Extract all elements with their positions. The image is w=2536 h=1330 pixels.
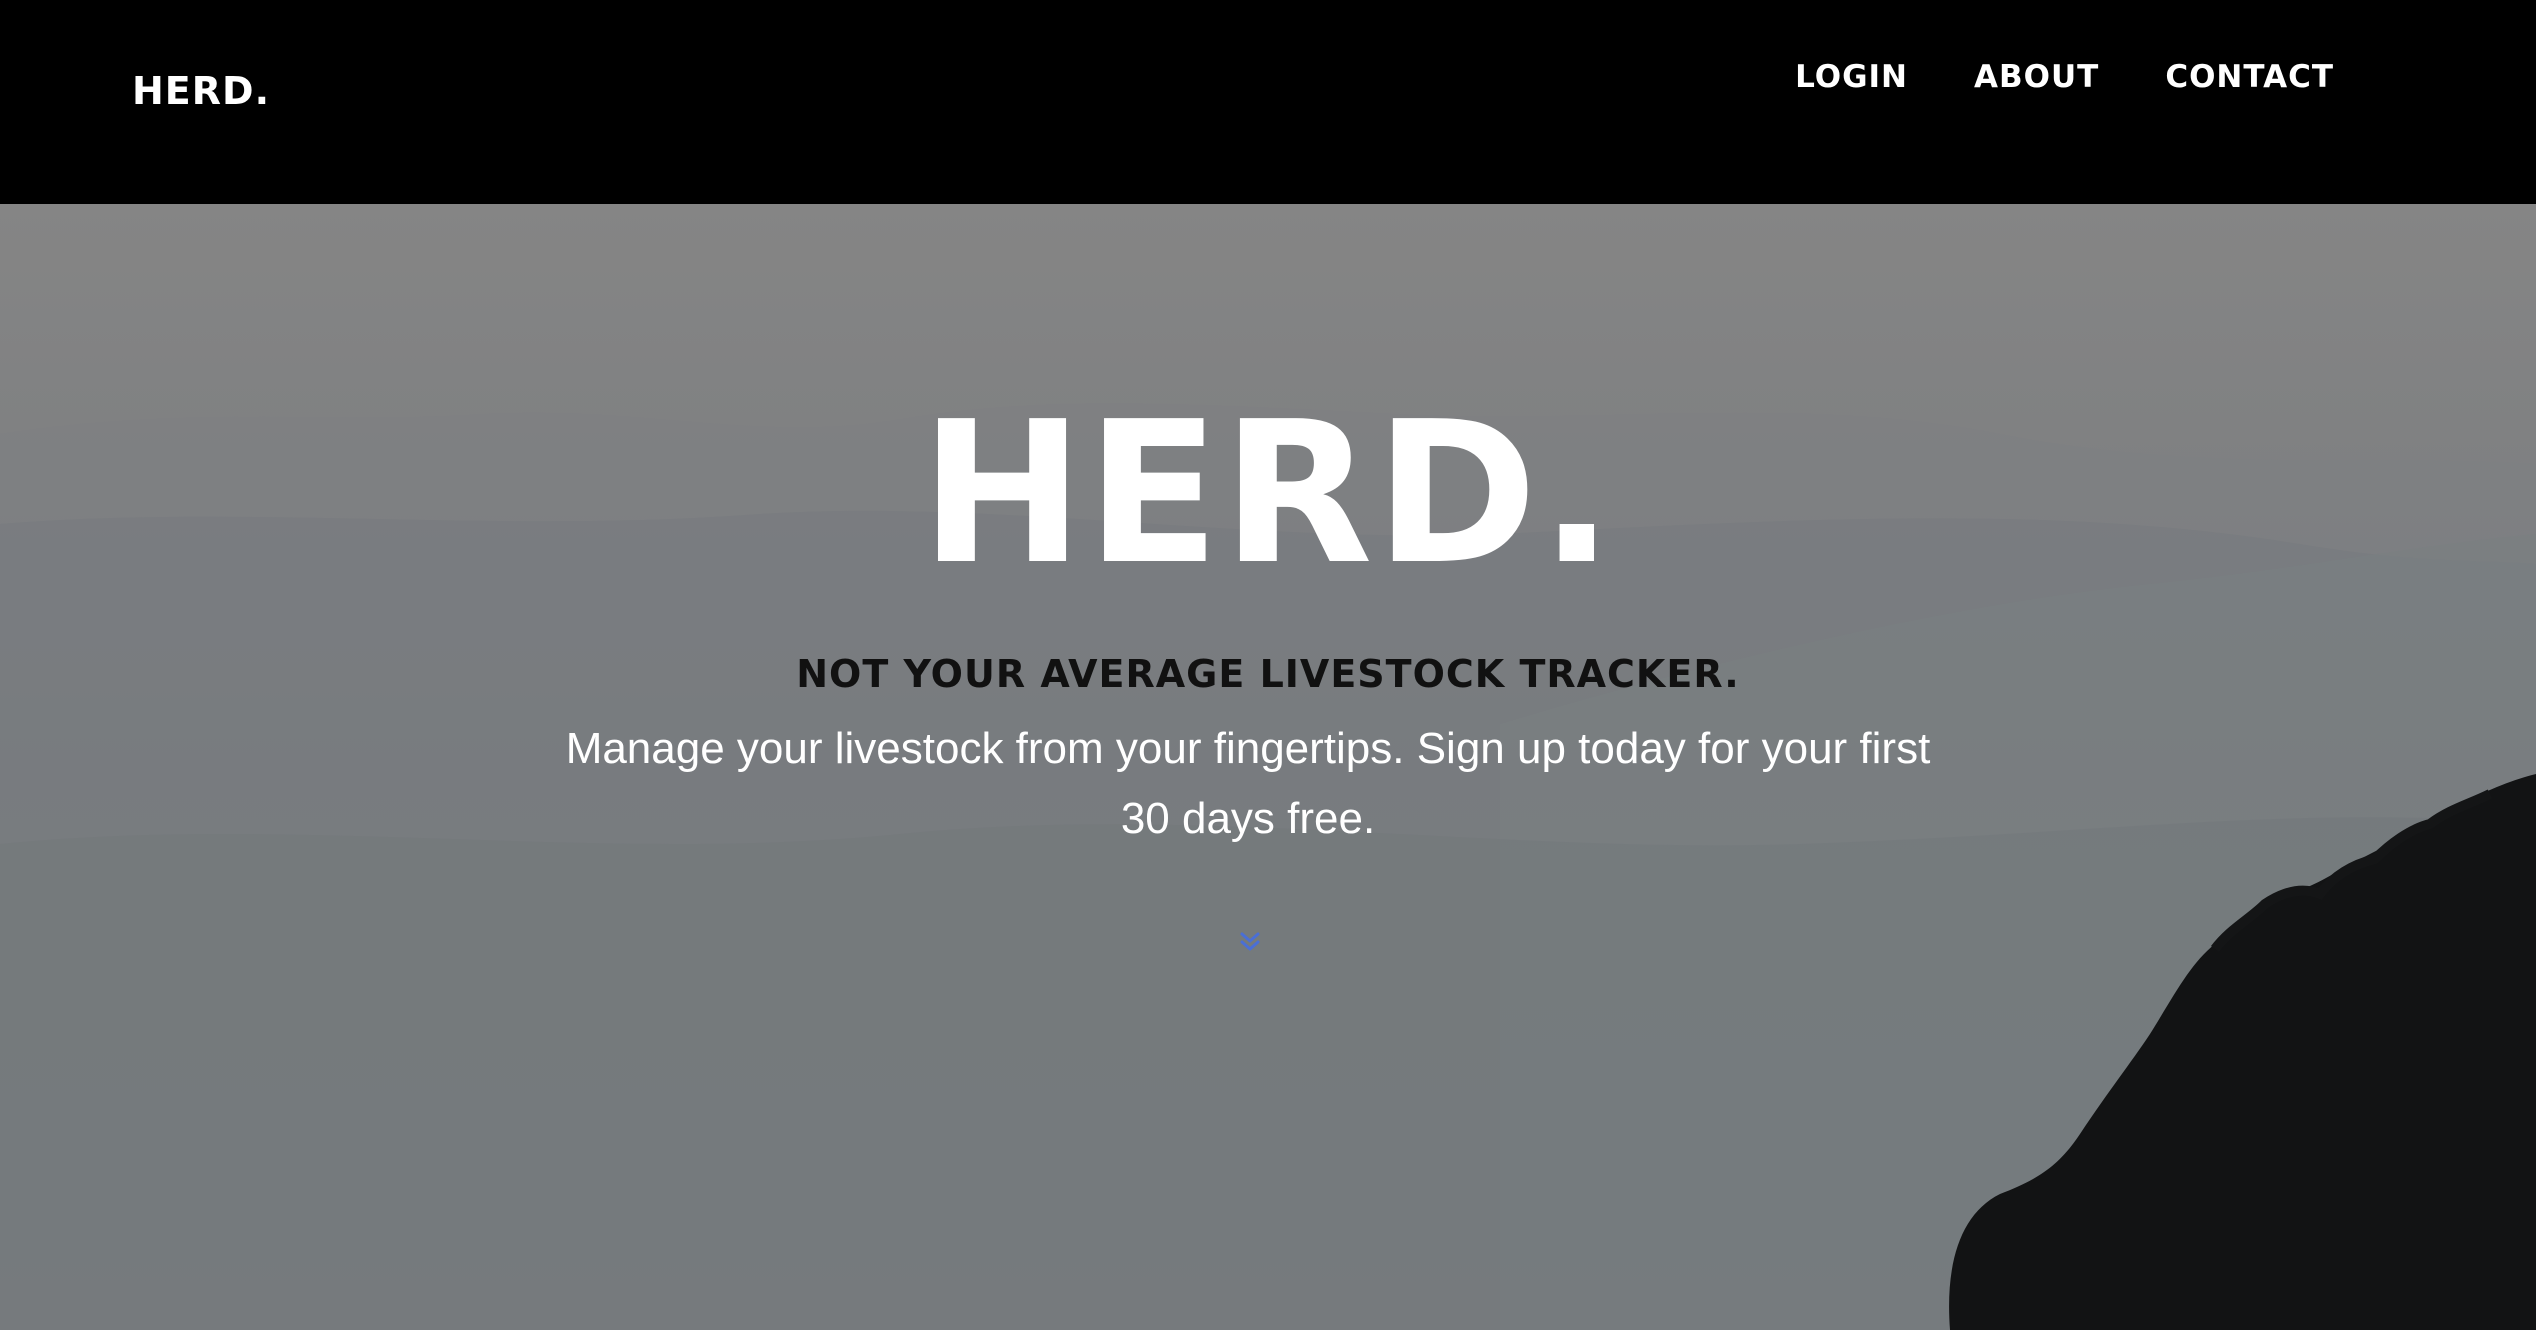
hero-tagline: NOT YOUR AVERAGE LIVESTOCK TRACKER.	[796, 652, 1740, 696]
scroll-down-button[interactable]	[1236, 928, 1264, 956]
chevron-double-down-icon	[1240, 932, 1260, 951]
hero-title: HERD.	[920, 380, 1616, 608]
navbar: HERD. LOGIN ABOUT CONTACT	[0, 0, 2536, 204]
nav-link-login[interactable]: LOGIN	[1795, 55, 1908, 99]
nav-link-about[interactable]: ABOUT	[1974, 55, 2099, 99]
hero-section: HERD. NOT YOUR AVERAGE LIVESTOCK TRACKER…	[0, 204, 2536, 1330]
nav-link-contact[interactable]: CONTACT	[2165, 55, 2334, 99]
nav-links: LOGIN ABOUT CONTACT	[1795, 55, 2334, 99]
hero-description: Manage your livestock from your fingerti…	[565, 724, 1931, 843]
brand-logo-link[interactable]: HERD.	[132, 66, 270, 116]
hero-content: HERD. NOT YOUR AVERAGE LIVESTOCK TRACKER…	[0, 204, 2536, 1330]
